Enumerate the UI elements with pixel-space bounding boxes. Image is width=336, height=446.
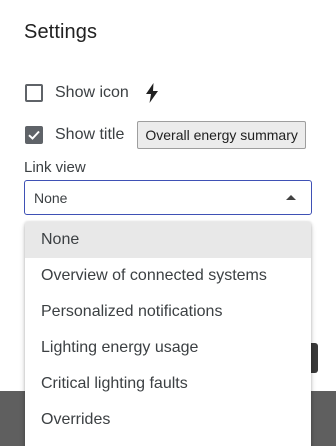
menu-item-critical-lighting-faults[interactable]: Critical lighting faults <box>25 366 311 402</box>
show-title-label: Show title <box>55 126 125 143</box>
menu-item-overrides[interactable]: Overrides <box>25 402 311 438</box>
menu-item-none[interactable]: None <box>25 222 311 258</box>
show-icon-label: Show icon <box>55 84 129 101</box>
checkmark-icon <box>28 130 40 140</box>
settings-dialog-page: Settings Show icon Show title Overall en… <box>0 0 336 446</box>
show-title-option[interactable]: Show title Overall energy summary <box>24 121 306 149</box>
link-view-dropdown-menu: None Overview of connected systems Perso… <box>25 222 311 446</box>
link-view-label: Link view <box>24 159 86 176</box>
caret-up-icon[interactable] <box>286 195 296 200</box>
bolt-icon <box>145 83 159 103</box>
link-view-select[interactable]: None <box>24 180 312 215</box>
dialog-title: Settings <box>24 21 98 43</box>
show-icon-checkbox[interactable] <box>25 84 43 102</box>
title-text-input[interactable]: Overall energy summary <box>137 121 306 149</box>
menu-item-personalized-notifications[interactable]: Personalized notifications <box>25 294 311 330</box>
link-view-selected-value: None <box>34 189 68 206</box>
show-icon-option[interactable]: Show icon <box>24 82 159 104</box>
menu-item-overview-of-connected-systems[interactable]: Overview of connected systems <box>25 258 311 294</box>
menu-item-lighting-energy-usage[interactable]: Lighting energy usage <box>25 330 311 366</box>
show-title-checkbox[interactable] <box>25 126 43 144</box>
